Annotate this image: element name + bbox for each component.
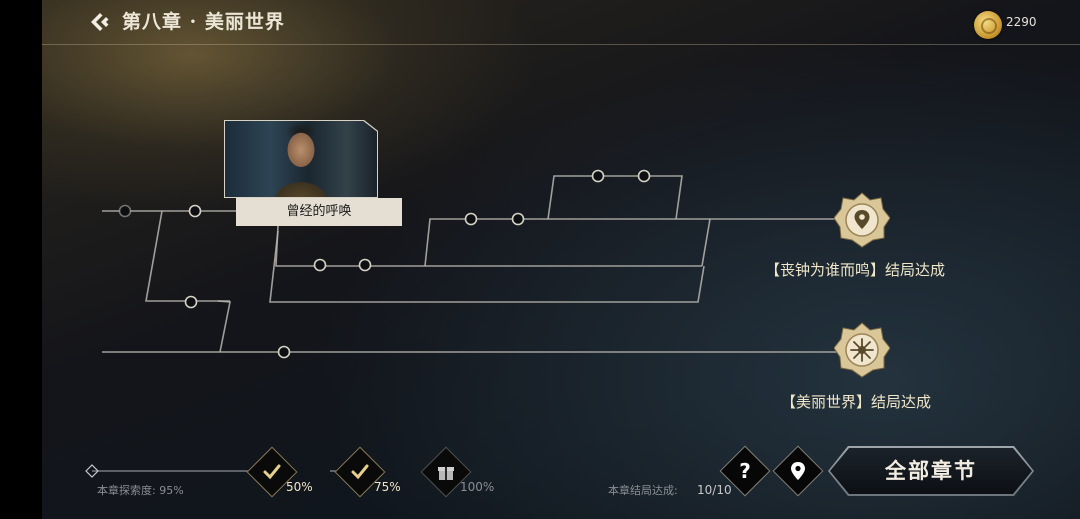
- checkmark-icon: [263, 464, 281, 480]
- exploration-value: 95%: [159, 484, 184, 497]
- flow-node: [118, 204, 132, 218]
- location-pin-emblem-icon[interactable]: [834, 192, 890, 248]
- flow-line: [701, 218, 711, 267]
- gift-icon: [438, 467, 454, 480]
- all-chapters-button[interactable]: 全部章节: [828, 446, 1034, 496]
- flow-line: [547, 175, 683, 220]
- question-icon: ?: [739, 459, 751, 483]
- milestone-pct: 100%: [460, 480, 495, 494]
- milestone-pct: 75%: [374, 480, 401, 494]
- flow-node: [637, 169, 651, 183]
- ending-label: 【美丽世界】结局达成: [781, 393, 932, 411]
- story-node-label: 曾经的呼唤: [236, 198, 402, 226]
- flow-node: [188, 204, 202, 218]
- flow-line: [145, 210, 230, 302]
- chapter-screen: 第八章 · 美丽世界 2290 曾经的呼唤 【丧钟为谁而鸣】结局达成 【美丽世界…: [42, 0, 1080, 519]
- checkmark-icon: [351, 464, 369, 480]
- milestone-pct: 50%: [286, 480, 313, 494]
- all-chapters-label: 全部章节: [885, 458, 977, 483]
- ending-label: 【丧钟为谁而鸣】结局达成: [765, 261, 946, 279]
- flow-node: [358, 258, 372, 272]
- map-pin-icon: [791, 462, 805, 480]
- flow-node: [184, 295, 198, 309]
- flow-node: [313, 258, 327, 272]
- flow-node: [464, 212, 478, 226]
- flow-node: [277, 345, 291, 359]
- flow-node: [511, 212, 525, 226]
- flow-node: [591, 169, 605, 183]
- flow-line: [217, 300, 231, 353]
- ending-progress-value: 10/10: [697, 483, 732, 497]
- flow-line: [424, 218, 548, 267]
- flower-emblem-icon[interactable]: [834, 322, 890, 378]
- story-node-card[interactable]: [224, 120, 378, 198]
- story-node-image: [225, 121, 377, 197]
- exploration-label: 本章探索度: 95%: [97, 484, 184, 497]
- ending-progress-label: 本章结局达成:: [608, 484, 678, 497]
- flow-line: [275, 225, 702, 267]
